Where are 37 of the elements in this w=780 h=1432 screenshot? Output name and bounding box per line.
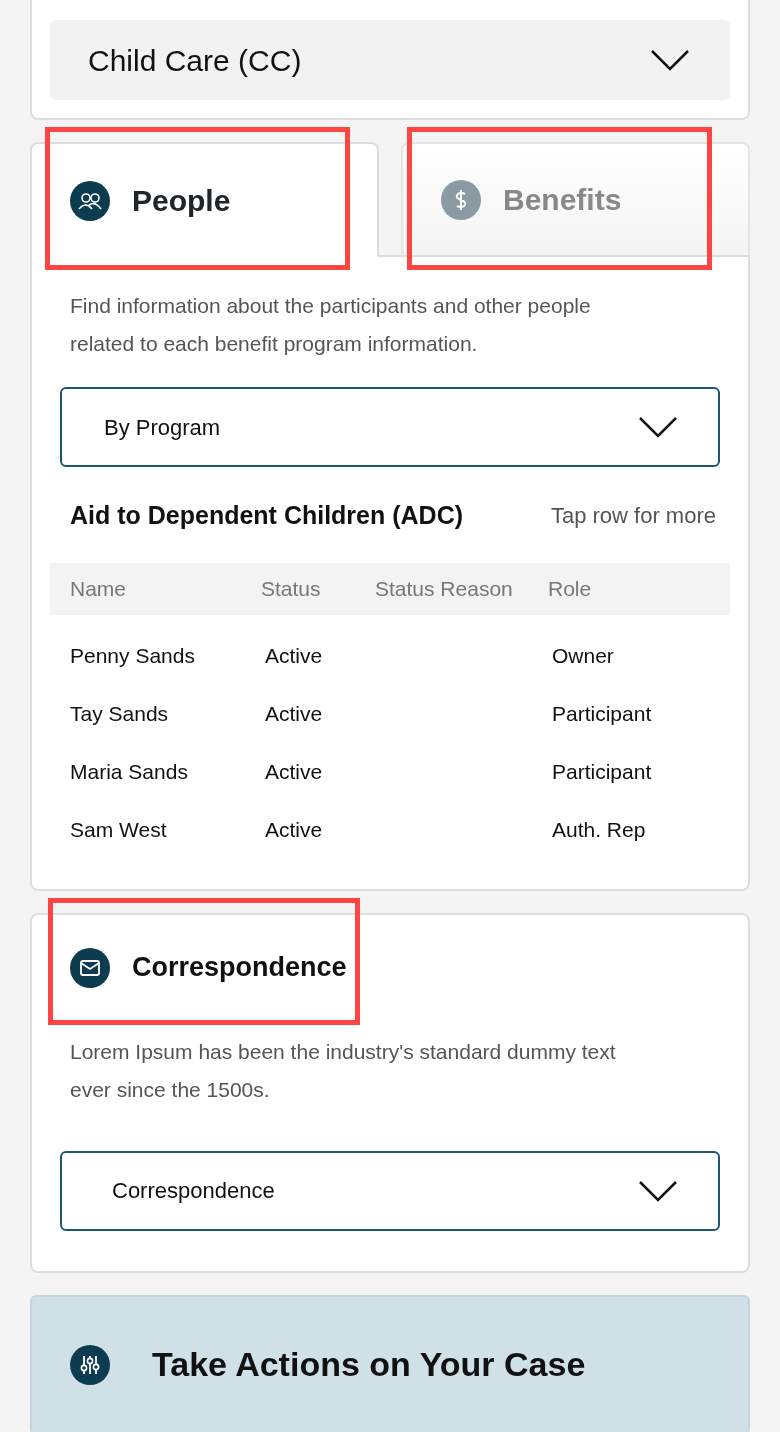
description: Lorem Ipsum has been the industry's standard dummy text ever since the 1500s. bbox=[69, 1038, 617, 1103]
table-cell: Owner bbox=[552, 643, 614, 667]
chevron-down-icon bbox=[650, 49, 690, 71]
table-cell: Active bbox=[265, 643, 323, 667]
correspondence-select[interactable]: Correspondence bbox=[60, 1150, 720, 1231]
chevron-down-icon bbox=[638, 416, 678, 438]
table-cell: Auth. Rep bbox=[552, 817, 646, 841]
people-icon bbox=[70, 180, 110, 221]
table-row[interactable]: Penny Sands Active Owner bbox=[50, 626, 730, 685]
column-header: Status Reason bbox=[374, 562, 548, 615]
table-cell: Maria Sands bbox=[70, 759, 188, 783]
description: Find information about the participants and other people related to each benefit program information. bbox=[69, 293, 592, 357]
table-row[interactable]: Sam West Active Auth. Rep bbox=[50, 800, 730, 859]
table-cell: Tay Sands bbox=[70, 701, 169, 725]
program-select[interactable]: Child Care (CC) bbox=[50, 20, 730, 100]
table-cell: Active bbox=[265, 701, 323, 725]
table-cell: Active bbox=[265, 759, 323, 783]
table-cell: Sam West bbox=[70, 817, 167, 841]
sliders-icon bbox=[70, 1344, 110, 1385]
program-title: Aid to Dependent Children (ADC) bbox=[70, 500, 464, 531]
table-cell: Participant bbox=[552, 759, 652, 783]
column-header: Role bbox=[548, 562, 730, 615]
table-cell: Participant bbox=[552, 701, 652, 725]
section-title: Correspondence bbox=[132, 951, 347, 985]
table-row[interactable]: Maria Sands Active Participant bbox=[50, 742, 730, 801]
hint-text: Tap row for more bbox=[550, 502, 716, 531]
chevron-down-icon bbox=[638, 1179, 678, 1202]
envelope-icon bbox=[70, 947, 110, 988]
table-row[interactable]: Tay Sands Active Participant bbox=[50, 684, 730, 743]
dollar-icon bbox=[441, 179, 481, 220]
table-cell: Penny Sands bbox=[70, 643, 195, 667]
column-header: Name bbox=[50, 562, 260, 615]
tab[interactable]: People bbox=[30, 142, 379, 257]
table-cell: Active bbox=[265, 817, 323, 841]
column-header: Status bbox=[260, 562, 374, 615]
actions-banner[interactable]: Take Actions on Your Case bbox=[30, 1294, 750, 1432]
filter-select[interactable]: By Program bbox=[60, 387, 720, 467]
